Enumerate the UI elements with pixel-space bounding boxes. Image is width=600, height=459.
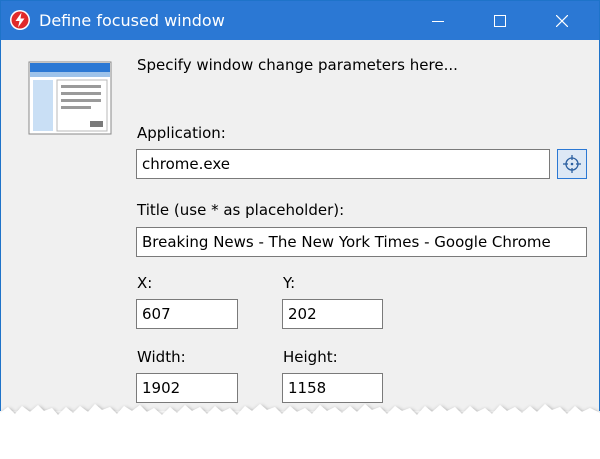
title-field-label: Title (use * as placeholder): [137, 201, 345, 219]
minimize-button[interactable] [415, 1, 461, 40]
window-picker-button[interactable] [557, 149, 587, 179]
dialog-window: Define focused window Specify window cha… [0, 0, 600, 411]
window-title-field[interactable]: Breaking News - The New York Times - Goo… [136, 227, 587, 257]
height-label: Height: [283, 348, 338, 366]
x-field[interactable]: 607 [136, 299, 238, 329]
red-lightning-circle-icon [9, 9, 31, 31]
close-button[interactable] [539, 1, 585, 40]
torn-edge [0, 404, 600, 459]
width-label: Width: [137, 348, 186, 366]
window-title: Define focused window [39, 11, 225, 30]
close-icon [556, 14, 568, 27]
crosshair-icon [563, 155, 581, 173]
minimize-icon [432, 20, 444, 22]
x-label: X: [137, 274, 153, 292]
maximize-button[interactable] [477, 1, 523, 40]
application-label: Application: [137, 124, 226, 142]
intro-text: Specify window change parameters here... [137, 56, 458, 74]
maximize-icon [494, 14, 506, 27]
window-layout-icon [28, 61, 112, 135]
y-field[interactable]: 202 [282, 299, 383, 329]
y-label: Y: [283, 274, 296, 292]
application-field[interactable]: chrome.exe [136, 149, 550, 179]
title-bar[interactable]: Define focused window [1, 1, 599, 40]
